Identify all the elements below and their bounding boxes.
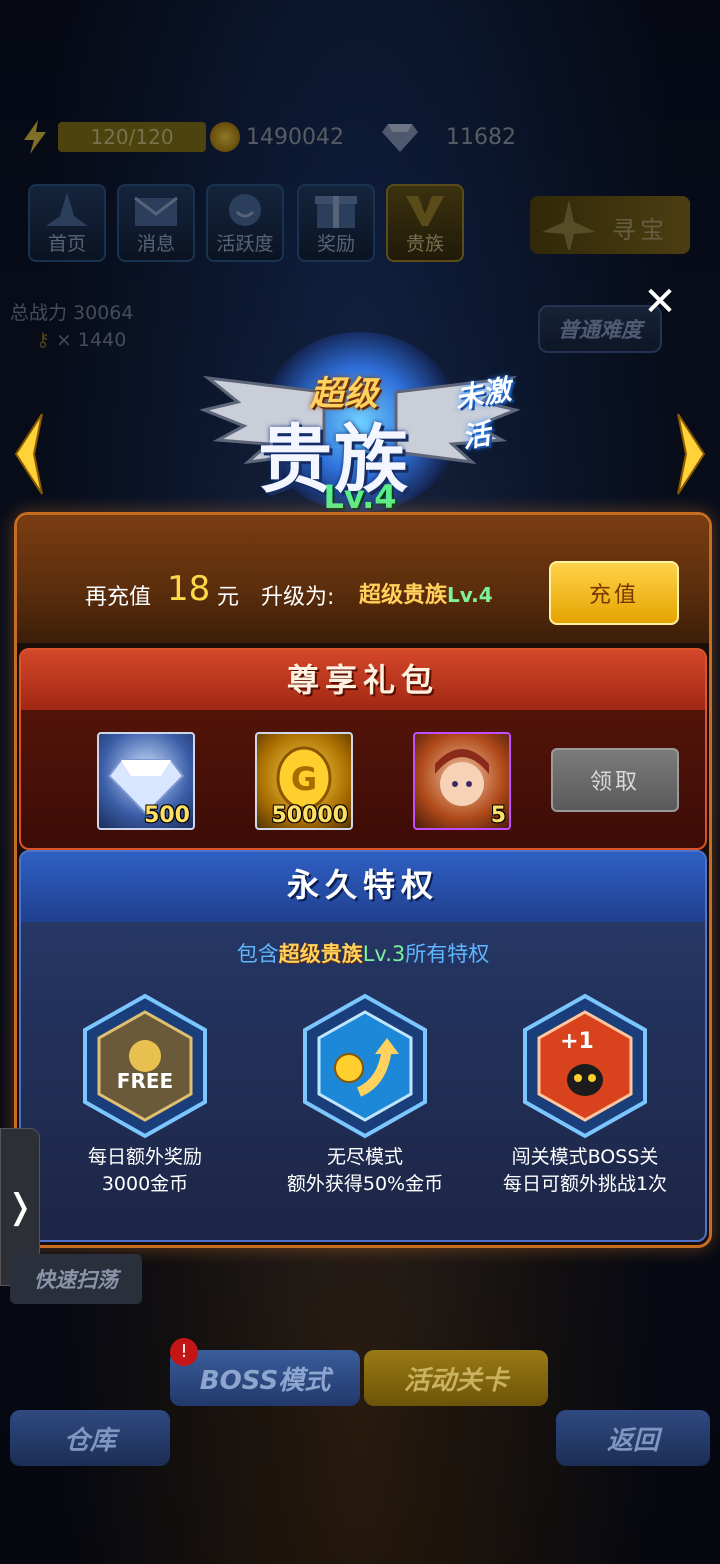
- privilege-sub-prefix: 包含: [236, 942, 279, 966]
- recharge-prefix: 再充值: [85, 585, 152, 610]
- benefit-line2: 额外获得50%金币: [286, 1173, 444, 1195]
- chevron-right-icon: ❭: [5, 1187, 35, 1227]
- upgrade-target-name: 超级贵族: [359, 583, 448, 608]
- event-stage-button[interactable]: 活动关卡: [364, 1350, 548, 1406]
- benefit-line2: 3000金币: [101, 1173, 189, 1195]
- arrow-left-icon[interactable]: [12, 412, 46, 496]
- gift-item-diamond[interactable]: 500: [97, 732, 195, 830]
- endless-mode-badge-icon: [303, 993, 427, 1139]
- recharge-button[interactable]: 充值: [549, 561, 679, 625]
- privilege-subtitle: 包含超级贵族Lv.3所有特权: [21, 938, 705, 968]
- free-gold-badge-icon: FREE: [83, 993, 207, 1139]
- benefit-line1: 无尽模式: [326, 1146, 403, 1168]
- benefit-line1: 每日额外奖励: [87, 1146, 202, 1168]
- permanent-privilege-section: 永久特权 包含超级贵族Lv.3所有特权 FREE 每日额外奖励 3000金币 无…: [19, 850, 707, 1242]
- benefit-boss-challenge: 闯关模式BOSS关 每日可额外挑战1次: [475, 1144, 695, 1198]
- warehouse-button[interactable]: 仓库: [10, 1410, 170, 1466]
- privilege-sub-suffix: 所有特权: [405, 942, 490, 966]
- recharge-amount: 18: [167, 569, 211, 609]
- benefit-daily-reward: 每日额外奖励 3000金币: [35, 1144, 255, 1198]
- noble-panel: 再充值 18 元 升级为: 超级贵族Lv.4 充值 尊享礼包 500 G 500…: [14, 512, 712, 1248]
- privilege-sub-highlight: 超级贵族: [278, 942, 363, 966]
- gift-item-hero[interactable]: 5: [413, 732, 511, 830]
- privilege-sub-level: Lv.3: [362, 942, 406, 966]
- benefit-line1: 闯关模式BOSS关: [511, 1146, 659, 1168]
- gift-item-qty: 5: [490, 803, 506, 828]
- benefit-line2: 每日可额外挑战1次: [502, 1173, 668, 1195]
- quick-sweep-button[interactable]: 快速扫荡: [10, 1254, 142, 1304]
- gift-pack-title: 尊享礼包: [21, 650, 705, 710]
- upgrade-target: 超级贵族Lv.4: [359, 577, 493, 609]
- upgrade-target-level: Lv.4: [447, 583, 493, 607]
- alert-badge: !: [170, 1338, 198, 1366]
- close-icon[interactable]: ✕: [640, 282, 680, 322]
- back-button[interactable]: 返回: [556, 1410, 710, 1466]
- free-label: FREE: [117, 1069, 173, 1093]
- gift-item-gold[interactable]: G 50000: [255, 732, 353, 830]
- quick-sweep-label: 快速扫荡: [34, 1268, 118, 1292]
- plus-one-label: +1: [560, 1029, 594, 1054]
- boss-skull-badge-icon: +1: [523, 993, 647, 1139]
- arrow-right-icon[interactable]: [674, 412, 708, 496]
- boss-mode-button[interactable]: BOSS模式: [170, 1350, 360, 1406]
- gift-item-qty: 500: [144, 803, 190, 828]
- benefit-endless-mode: 无尽模式 额外获得50%金币: [255, 1144, 475, 1198]
- noble-emblem: 超级 贵族 Lv.4 未激活: [180, 322, 540, 532]
- gift-item-qty: 50000: [271, 803, 348, 828]
- gift-pack-section: 尊享礼包 500 G 50000 5 领取: [19, 648, 707, 850]
- recharge-unit: 元: [217, 585, 240, 610]
- svg-text:G: G: [291, 760, 317, 798]
- recharge-section: 再充值 18 元 升级为: 超级贵族Lv.4 充值: [17, 515, 709, 643]
- emblem-status: 未激活: [452, 372, 514, 455]
- claim-button[interactable]: 领取: [551, 748, 679, 812]
- upgrade-label: 升级为:: [261, 585, 335, 610]
- privilege-title: 永久特权: [21, 852, 705, 922]
